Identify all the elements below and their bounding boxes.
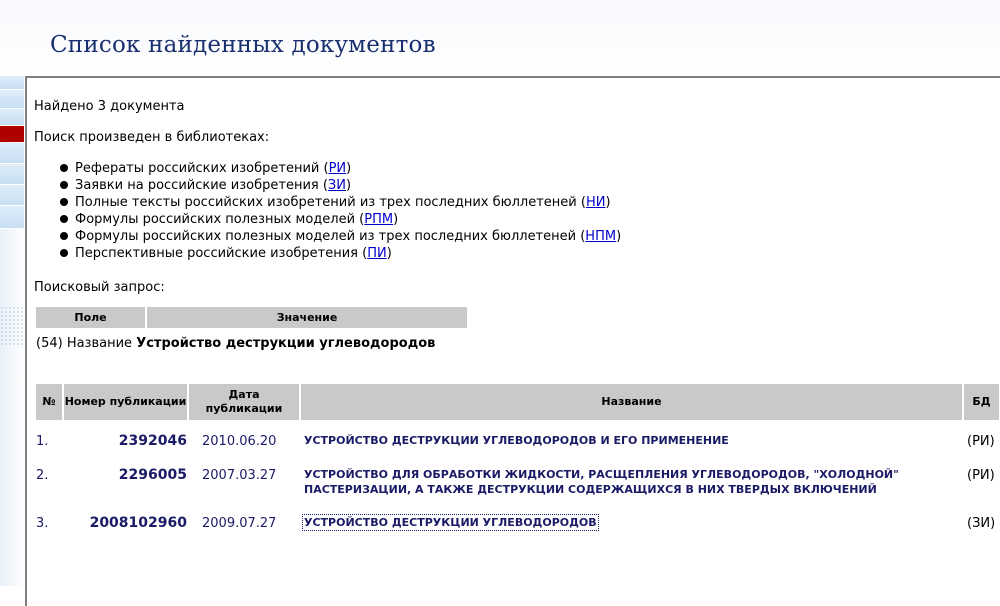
publication-date: 2007.03.27 <box>202 468 277 483</box>
document-title-link[interactable]: УСТРОЙСТВО ДЛЯ ОБРАБОТКИ ЖИДКОСТИ, РАСЩЕ… <box>304 467 964 497</box>
query-row: (54) Название Устройство деструкции угле… <box>36 335 435 352</box>
library-link[interactable]: НИ <box>586 195 606 210</box>
header-name[interactable]: Название <box>301 384 962 420</box>
header-no: № <box>36 384 62 420</box>
nav-tab[interactable] <box>0 90 24 109</box>
database-code: (ЗИ) <box>967 516 996 531</box>
left-navigation-strip <box>0 76 25 586</box>
library-link[interactable]: ЗИ <box>328 178 346 193</box>
library-item: Заявки на российские изобретения (ЗИ) <box>60 177 621 194</box>
row-index: 1. <box>36 434 49 449</box>
database-code: (РИ) <box>967 468 995 483</box>
library-item: Формулы российских полезных моделей из т… <box>60 228 621 245</box>
nav-tab[interactable] <box>0 143 24 164</box>
publication-date: 2009.07.27 <box>202 516 277 531</box>
results-frame: Найдено 3 документа Поиск произведен в б… <box>25 76 1000 606</box>
header-date[interactable]: Дата публикации <box>189 384 299 420</box>
library-link[interactable]: РПМ <box>364 212 393 227</box>
library-list: Рефераты российских изобретений (РИ) Зая… <box>60 160 621 262</box>
publication-date: 2010.06.20 <box>202 434 277 449</box>
library-item: Рефераты российских изобретений (РИ) <box>60 160 621 177</box>
query-value: Устройство деструкции углеводородов <box>136 336 436 351</box>
nav-tab-active[interactable] <box>0 126 24 142</box>
query-label: Поисковый запрос: <box>34 280 165 295</box>
library-item: Полные тексты российских изобретений из … <box>60 194 621 211</box>
database-code: (РИ) <box>967 434 995 449</box>
row-index: 2. <box>36 468 49 483</box>
query-header-field: Поле <box>36 307 145 328</box>
header-db[interactable]: БД <box>964 384 999 420</box>
document-title-link[interactable]: УСТРОЙСТВО ДЕСТРУКЦИИ УГЛЕВОДОРОДОВ <box>302 514 964 531</box>
query-header-value: Значение <box>147 307 467 328</box>
header-number[interactable]: Номер публикации <box>64 384 187 420</box>
bullet-icon <box>60 232 68 240</box>
library-item: Формулы российских полезных моделей (РПМ… <box>60 211 621 228</box>
decorative-pattern <box>0 306 24 346</box>
bullet-icon <box>60 198 68 206</box>
publication-number[interactable]: 2392046 <box>64 433 187 450</box>
library-link[interactable]: РИ <box>329 161 347 176</box>
publication-number[interactable]: 2296005 <box>64 467 187 484</box>
library-link[interactable]: ПИ <box>367 246 387 261</box>
library-item: Перспективные российские изобретения (ПИ… <box>60 245 621 262</box>
page-title: Список найденных документов <box>50 32 436 58</box>
nav-tab[interactable] <box>0 109 24 126</box>
document-title-link[interactable]: УСТРОЙСТВО ДЕСТРУКЦИИ УГЛЕВОДОРОДОВ И ЕГ… <box>304 433 964 448</box>
found-count: Найдено 3 документа <box>34 99 185 114</box>
bullet-icon <box>60 181 68 189</box>
bullet-icon <box>60 249 68 257</box>
bullet-icon <box>60 215 68 223</box>
library-link[interactable]: НПМ <box>585 229 616 244</box>
row-index: 3. <box>36 516 49 531</box>
nav-tab[interactable] <box>0 76 24 90</box>
query-field: (54) Название <box>36 336 133 351</box>
page-header: Список найденных документов <box>0 0 1000 76</box>
bullet-icon <box>60 164 68 172</box>
nav-tab[interactable] <box>0 206 24 229</box>
publication-number[interactable]: 2008102960 <box>64 515 187 532</box>
libraries-intro: Поиск произведен в библиотеках: <box>34 130 270 145</box>
nav-tab[interactable] <box>0 185 24 206</box>
nav-tab[interactable] <box>0 164 24 185</box>
